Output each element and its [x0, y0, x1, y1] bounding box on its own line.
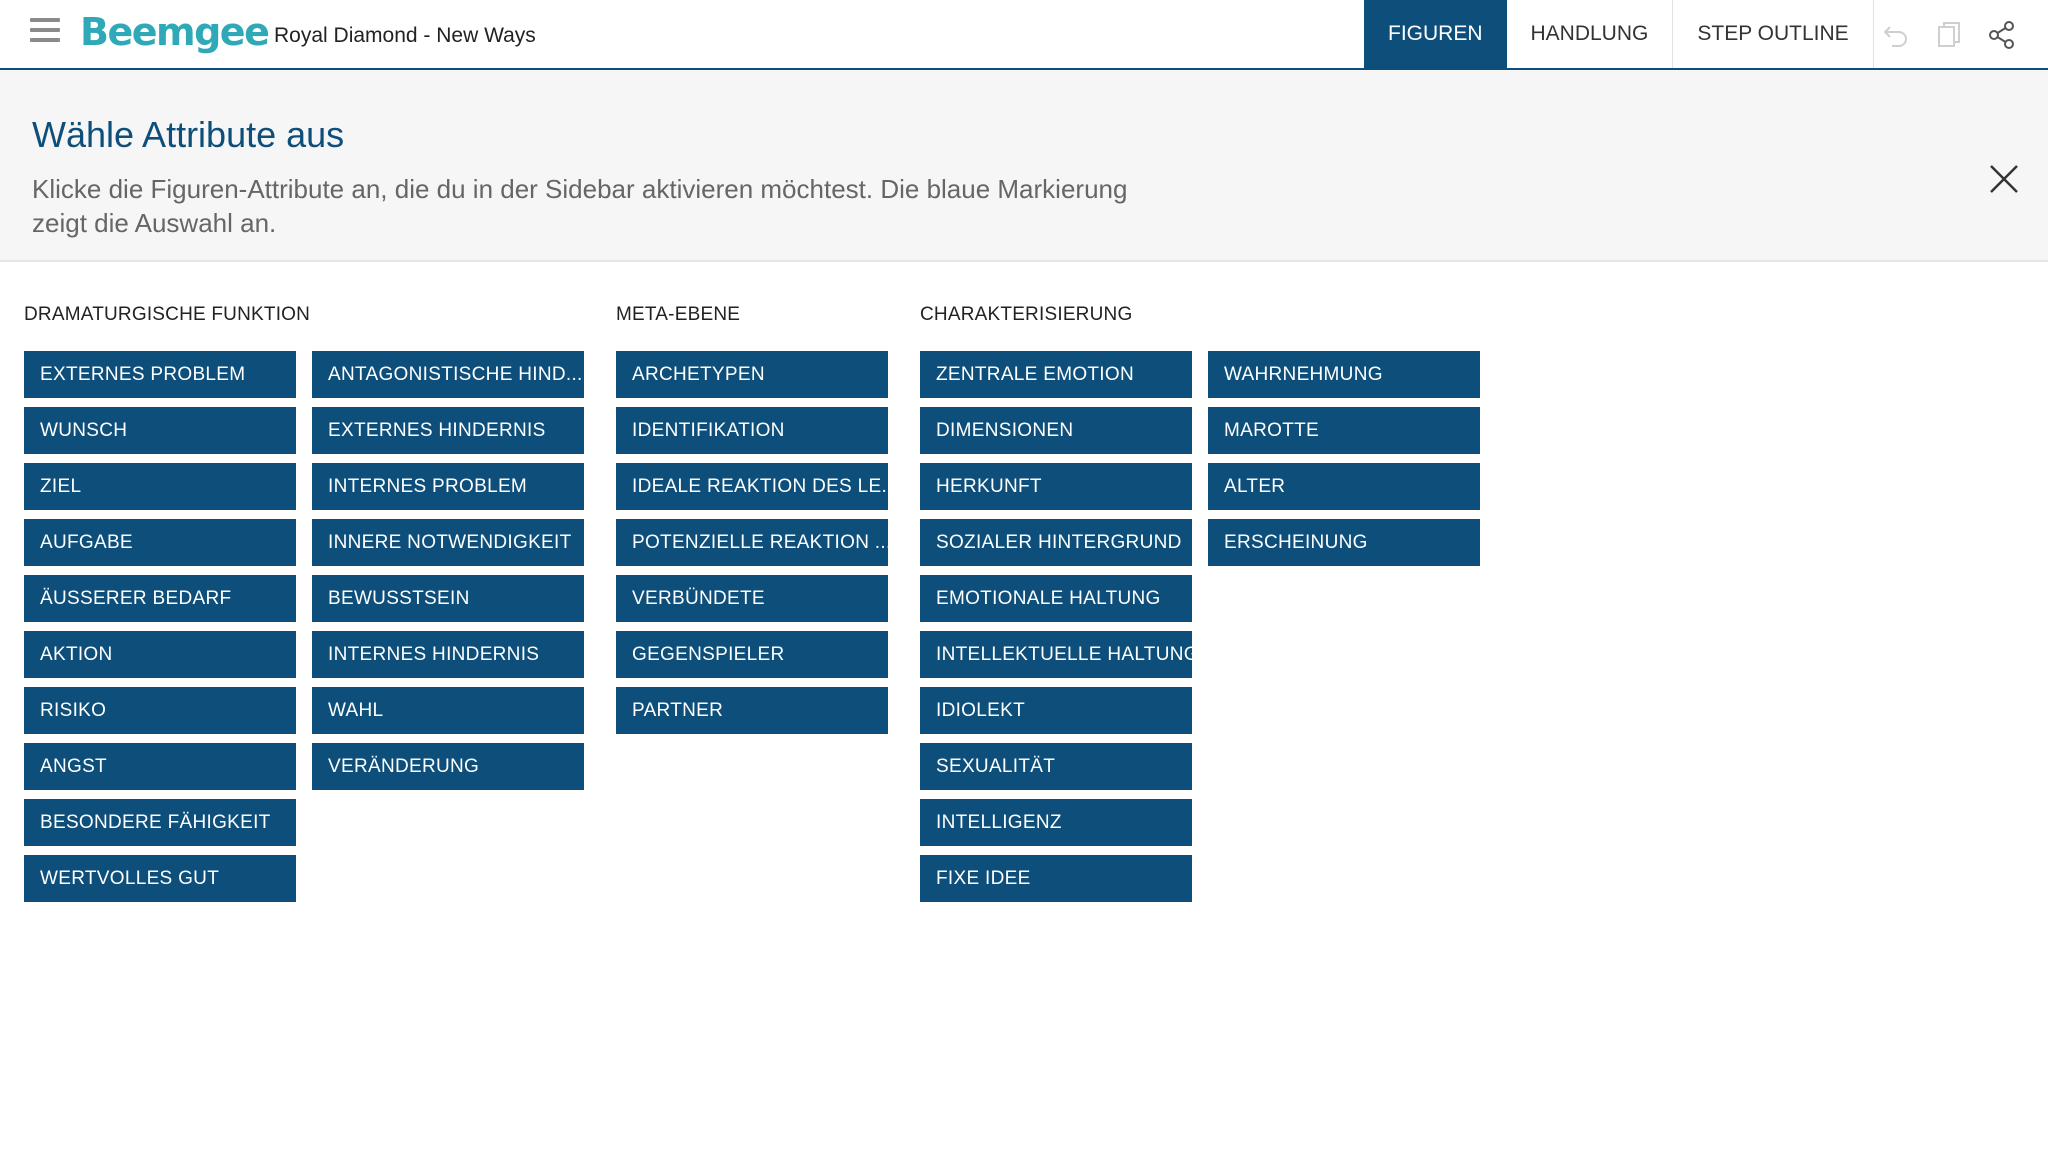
group-heading-charakterisierung: CHARAKTERISIERUNG	[920, 304, 1133, 325]
attribute-button[interactable]: ALTER	[1208, 463, 1480, 510]
panel-title: Wähle Attribute aus	[32, 114, 345, 155]
attribute-button[interactable]: ERSCHEINUNG	[1208, 519, 1480, 566]
attribute-button[interactable]: GEGENSPIELER	[616, 631, 888, 678]
attribute-button[interactable]: WUNSCH	[24, 407, 296, 454]
group-heading-meta-ebene: META-EBENE	[616, 304, 741, 325]
attribute-button[interactable]: WERTVOLLES GUT	[24, 855, 296, 902]
attribute-button[interactable]: ARCHETYPEN	[616, 351, 888, 398]
top-bar: Beemgee Royal Diamond - New Ways FIGUREN…	[0, 0, 2048, 70]
main-tabs: FIGUREN HANDLUNG STEP OUTLINE	[1364, 0, 1874, 68]
attribute-button[interactable]: RISIKO	[24, 687, 296, 734]
attribute-button[interactable]: WAHL	[312, 687, 584, 734]
group-heading-dramaturgische-funktion: DRAMATURGISCHE FUNKTION	[24, 304, 311, 325]
attribute-button[interactable]: EMOTIONALE HALTUNG	[920, 575, 1192, 622]
attribute-button[interactable]: ÄUSSERER BEDARF	[24, 575, 296, 622]
attribute-button[interactable]: SEXUALITÄT	[920, 743, 1192, 790]
attribute-button[interactable]: INTERNES PROBLEM	[312, 463, 584, 510]
attribute-button[interactable]: EXTERNES PROBLEM	[24, 351, 296, 398]
copy-icon[interactable]	[1932, 18, 1966, 52]
attribute-button[interactable]: VERBÜNDETE	[616, 575, 888, 622]
attribute-button[interactable]: MAROTTE	[1208, 407, 1480, 454]
attribute-button[interactable]: SOZIALER HINTERGRUND	[920, 519, 1192, 566]
tab-handlung[interactable]: HANDLUNG	[1507, 0, 1674, 68]
attribute-button[interactable]: INTERNES HINDERNIS	[312, 631, 584, 678]
attribute-button[interactable]: ZENTRALE EMOTION	[920, 351, 1192, 398]
close-icon[interactable]	[1987, 162, 2021, 196]
tab-step-outline[interactable]: STEP OUTLINE	[1673, 0, 1874, 68]
attribute-button[interactable]: ANGST	[24, 743, 296, 790]
attribute-button[interactable]: HERKUNFT	[920, 463, 1192, 510]
attribute-button[interactable]: AUFGABE	[24, 519, 296, 566]
app-logo[interactable]: Beemgee	[80, 10, 270, 54]
attribute-button[interactable]: PARTNER	[616, 687, 888, 734]
attribute-selection-header: Wähle Attribute aus Klicke die Figuren-A…	[0, 70, 2048, 262]
attribute-button[interactable]: INNERE NOTWENDIGKEIT	[312, 519, 584, 566]
attribute-button[interactable]: IDIOLEKT	[920, 687, 1192, 734]
attribute-button[interactable]: FIXE IDEE	[920, 855, 1192, 902]
attribute-button[interactable]: EXTERNES HINDERNIS	[312, 407, 584, 454]
attribute-button[interactable]: IDENTIFIKATION	[616, 407, 888, 454]
attribute-button[interactable]: WAHRNEHMUNG	[1208, 351, 1480, 398]
attribute-button[interactable]: POTENZIELLE REAKTION ...	[616, 519, 888, 566]
attribute-button[interactable]: BEWUSSTSEIN	[312, 575, 584, 622]
attribute-button[interactable]: VERÄNDERUNG	[312, 743, 584, 790]
share-icon[interactable]	[1985, 18, 2019, 52]
menu-icon[interactable]	[30, 18, 60, 48]
panel-description: Klicke die Figuren-Attribute an, die du …	[32, 174, 1128, 238]
attribute-button[interactable]: IDEALE REAKTION DES LE...	[616, 463, 888, 510]
attribute-button[interactable]: DIMENSIONEN	[920, 407, 1192, 454]
attribute-button[interactable]: BESONDERE FÄHIGKEIT	[24, 799, 296, 846]
project-title: Royal Diamond - New Ways	[274, 24, 536, 47]
undo-icon[interactable]	[1879, 18, 1913, 52]
attribute-button[interactable]: ANTAGONISTISCHE HIND...	[312, 351, 584, 398]
tab-figuren[interactable]: FIGUREN	[1364, 0, 1507, 68]
attribute-button[interactable]: INTELLEKTUELLE HALTUNG	[920, 631, 1192, 678]
attribute-button[interactable]: INTELLIGENZ	[920, 799, 1192, 846]
attribute-button[interactable]: ZIEL	[24, 463, 296, 510]
attribute-button[interactable]: AKTION	[24, 631, 296, 678]
